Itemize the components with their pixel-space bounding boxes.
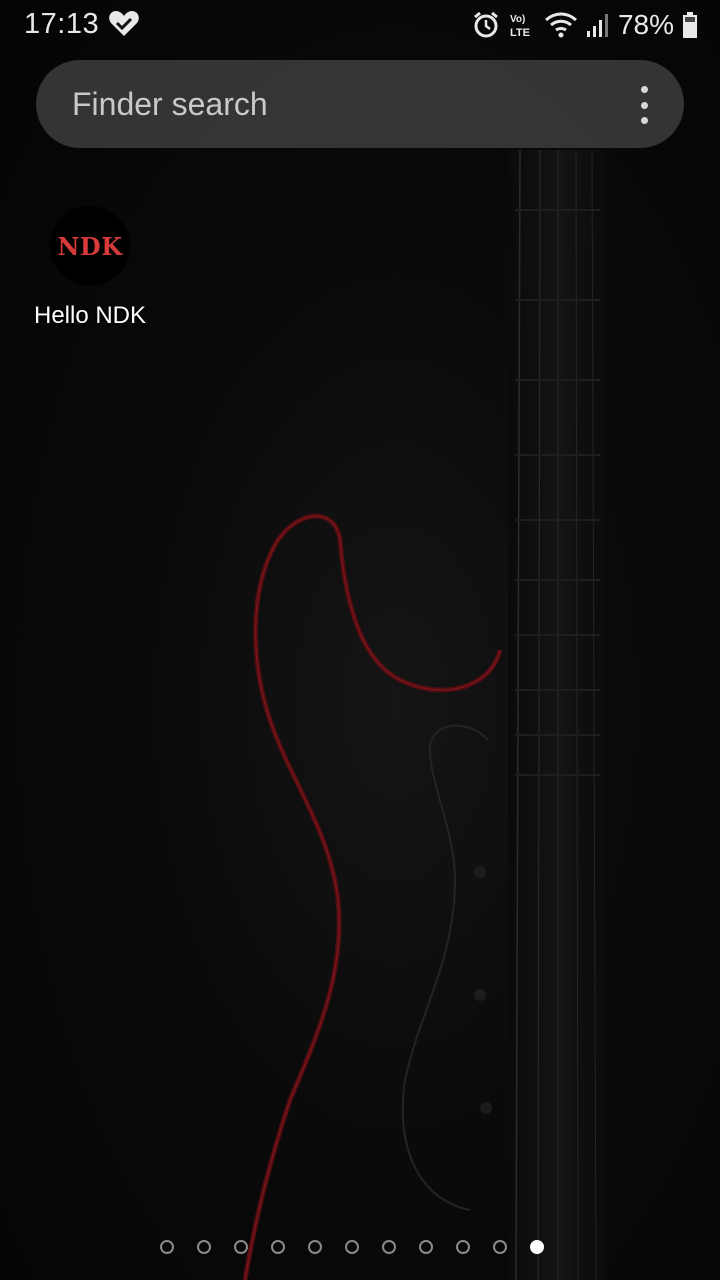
battery-icon bbox=[683, 12, 697, 38]
page-dot[interactable] bbox=[197, 1240, 211, 1254]
page-dot[interactable] bbox=[271, 1240, 285, 1254]
home-screen: 17:13 Vo) LTE 78% Finder search NDK Hell… bbox=[0, 0, 720, 1280]
status-icons: Vo) LTE 78% bbox=[472, 8, 698, 42]
page-indicator[interactable] bbox=[160, 1240, 544, 1254]
volte-icon: Vo) LTE bbox=[510, 14, 530, 39]
svg-text:LTE: LTE bbox=[510, 27, 530, 39]
page-dot[interactable] bbox=[456, 1240, 470, 1254]
signal-icon bbox=[586, 14, 608, 37]
finder-search-bar[interactable]: Finder search bbox=[36, 60, 684, 148]
status-bar: 17:13 Vo) LTE 78% bbox=[0, 0, 720, 50]
status-time: 17:13 bbox=[24, 8, 100, 40]
battery-percent: 78% bbox=[617, 9, 674, 40]
page-dot[interactable] bbox=[345, 1240, 359, 1254]
page-dot-active[interactable] bbox=[530, 1240, 544, 1254]
svg-text:Vo): Vo) bbox=[510, 14, 525, 25]
page-dot[interactable] bbox=[308, 1240, 322, 1254]
app-label: Hello NDK bbox=[33, 302, 147, 329]
page-dot[interactable] bbox=[160, 1240, 174, 1254]
page-dot[interactable] bbox=[493, 1240, 507, 1254]
heart-check-icon bbox=[109, 11, 139, 36]
ndk-app-icon: NDK bbox=[50, 206, 130, 286]
alarm-icon bbox=[474, 11, 498, 38]
app-icon-text: NDK bbox=[57, 231, 123, 261]
page-dot[interactable] bbox=[382, 1240, 396, 1254]
more-vertical-icon[interactable] bbox=[634, 86, 654, 124]
wifi-icon bbox=[544, 12, 577, 38]
page-dot[interactable] bbox=[234, 1240, 248, 1254]
wallpaper-guitar bbox=[242, 149, 608, 1280]
search-placeholder: Finder search bbox=[72, 86, 268, 122]
page-dot[interactable] bbox=[419, 1240, 433, 1254]
app-hello-ndk[interactable]: NDK Hello NDK bbox=[20, 206, 160, 336]
